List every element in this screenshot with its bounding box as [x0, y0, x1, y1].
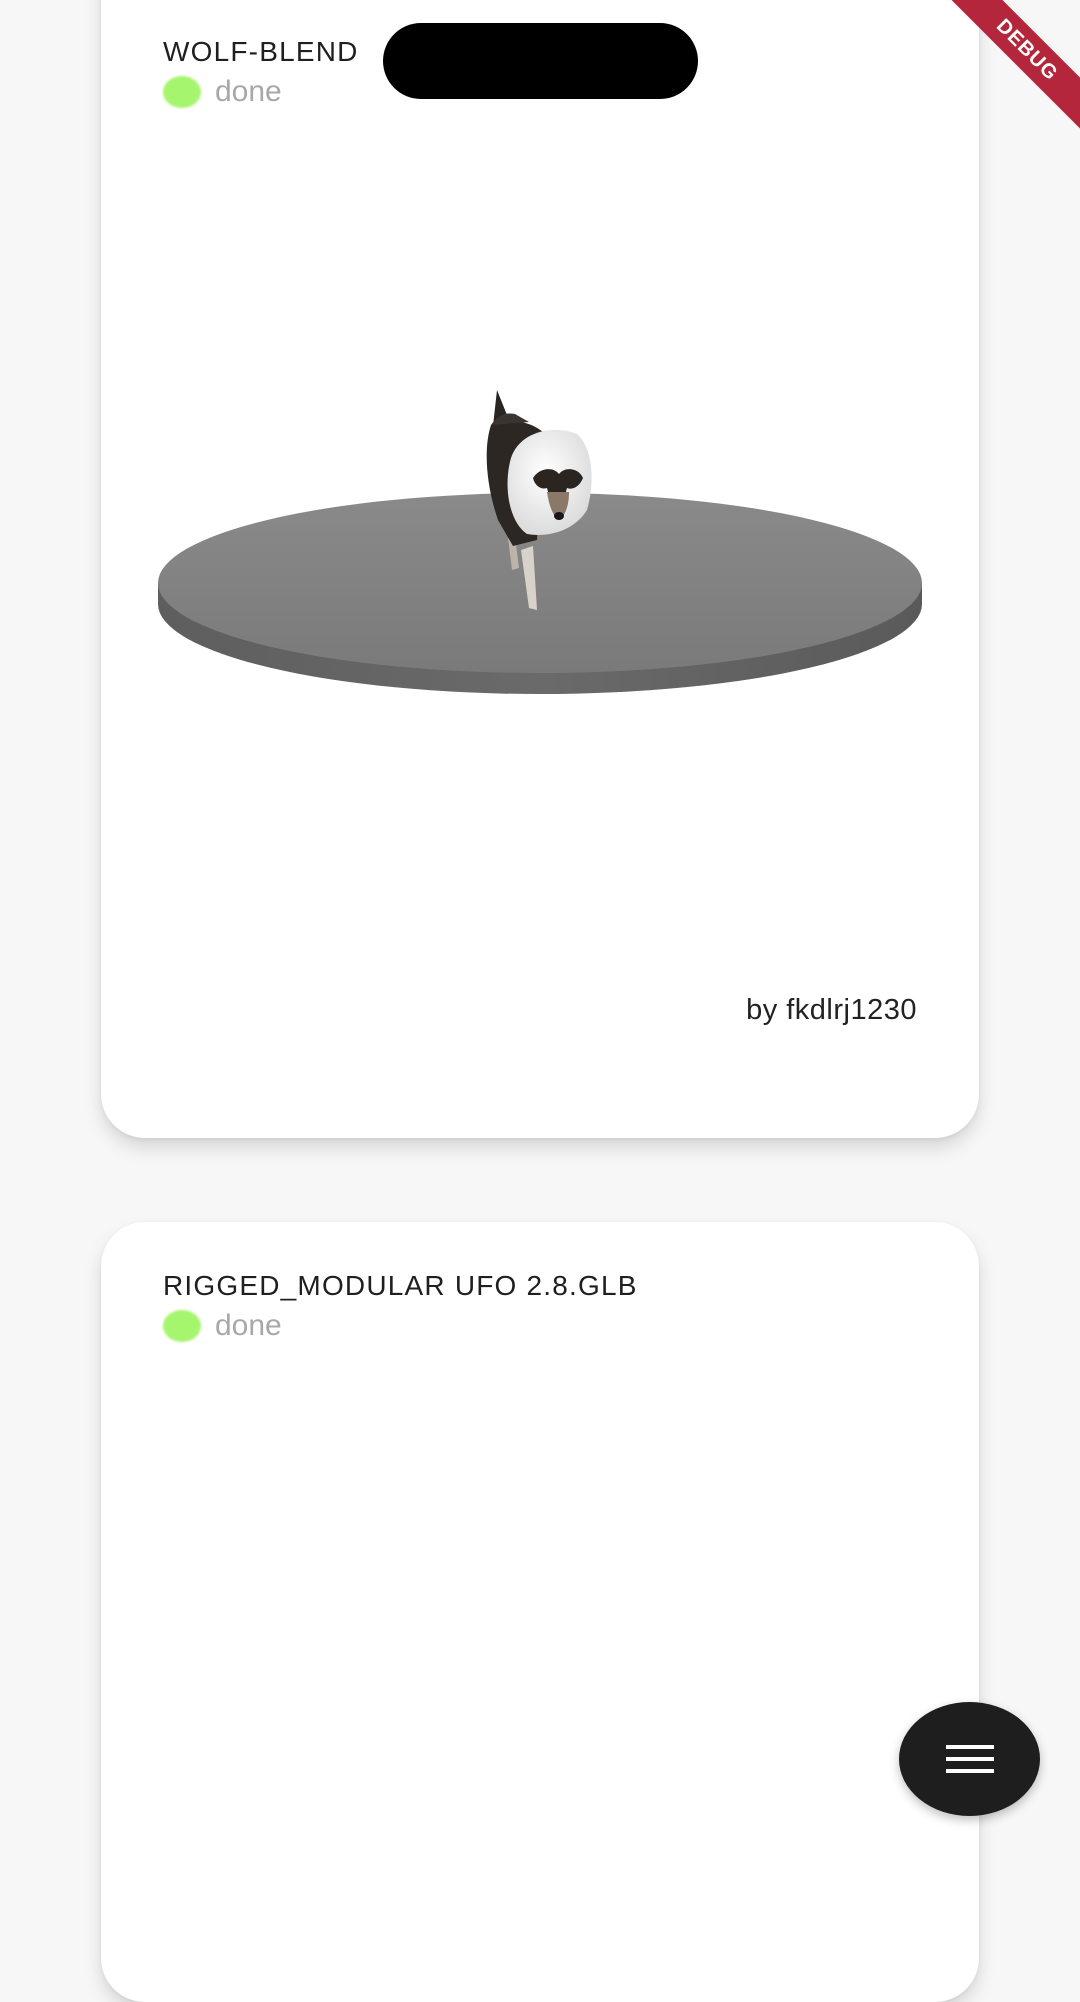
camera-cutout	[383, 23, 698, 99]
model-title: WOLF-BLEND	[163, 36, 359, 67]
status-text: done	[215, 1309, 282, 1342]
author-label: by fkdlrj1230	[746, 994, 917, 1026]
status-text: done	[215, 75, 282, 108]
status-dot-icon	[163, 76, 201, 108]
model-card[interactable]: RIGGED_MODULAR UFO 2.8.GLB done	[101, 1222, 979, 2002]
model-card[interactable]: WOLF-BLEND done by fkdlrj1230	[101, 0, 979, 1138]
status-row: done	[163, 74, 282, 110]
menu-icon	[945, 1745, 994, 1773]
menu-button[interactable]	[899, 1702, 1040, 1816]
model-title: RIGGED_MODULAR UFO 2.8.GLB	[163, 1270, 638, 1301]
status-dot-icon	[163, 1310, 201, 1342]
status-row: done	[163, 1308, 282, 1344]
model-viewer[interactable]	[101, 370, 979, 790]
